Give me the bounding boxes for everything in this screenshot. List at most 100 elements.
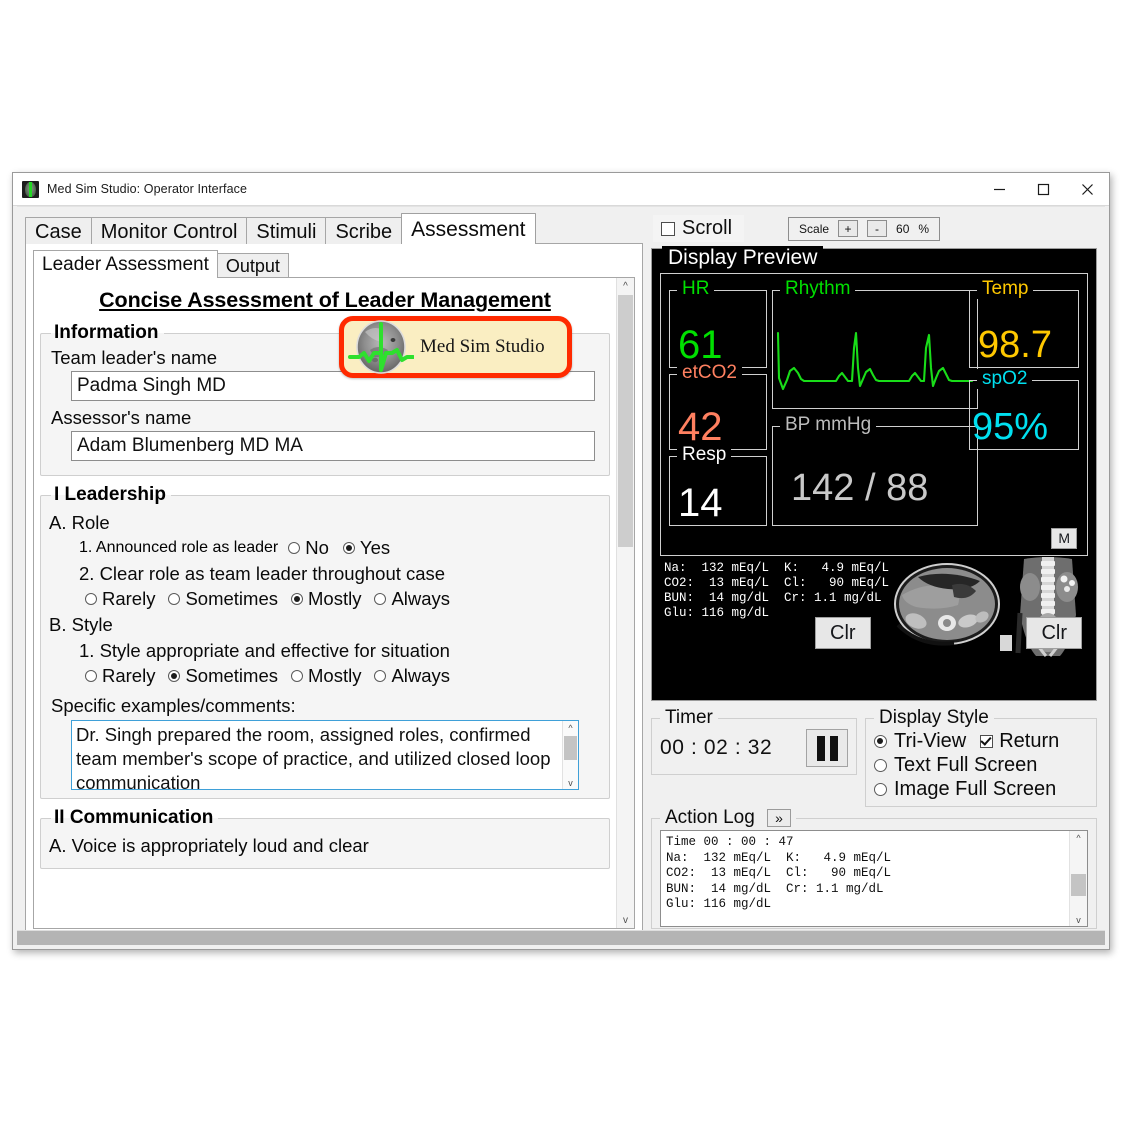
vital-bp-value: 142 / 88 (791, 467, 929, 509)
radio-icon-selected (168, 670, 181, 682)
action-log-scrollbar[interactable]: ^ v (1069, 831, 1087, 926)
radio-a2-rarely[interactable]: Rarely (85, 588, 155, 610)
comments-textarea[interactable]: Dr. Singh prepared the room, assigned ro… (71, 720, 579, 790)
left-panel: Case Monitor Control Stimuli Scribe Asse… (17, 207, 651, 945)
scrollbar-thumb[interactable] (1071, 874, 1086, 896)
radio-icon (874, 759, 887, 772)
radio-a1-no[interactable]: No (288, 537, 329, 559)
vital-etco2[interactable]: etCO2 42 (669, 363, 767, 450)
subtab-leader-assessment[interactable]: Leader Assessment (33, 250, 218, 278)
communication-a-heading: A. Voice is appropriately loud and clear (49, 835, 369, 856)
timer-legend: Timer (665, 707, 713, 728)
client-area: Case Monitor Control Stimuli Scribe Asse… (17, 206, 1105, 945)
main-tab-strip: Case Monitor Control Stimuli Scribe Asse… (25, 213, 651, 244)
radio-a2-rarely-label: Rarely (102, 588, 156, 609)
radio-b1-mostly[interactable]: Mostly (291, 665, 361, 687)
tab-assessment[interactable]: Assessment (401, 213, 536, 244)
assessor-input[interactable] (71, 431, 595, 461)
vital-spo2[interactable]: spO2 95% (969, 369, 1079, 450)
leadership-legend: I Leadership (54, 484, 166, 505)
communication-group: II Communication A. Voice is appropriate… (40, 807, 610, 869)
assessment-tab-page: Leader Assessment Output Concise Assessm… (25, 243, 643, 937)
radio-b1-rarely[interactable]: Rarely (85, 665, 155, 687)
maximize-button[interactable] (1021, 173, 1065, 205)
timer-style-row: Timer 00 : 02 : 32 Display Style Tri-Vie… (651, 707, 1097, 807)
action-log-legend: Action Log (665, 807, 755, 828)
scroll-up-icon[interactable]: ^ (563, 721, 578, 734)
mode-button[interactable]: M (1051, 528, 1077, 549)
scroll-down-icon[interactable]: v (563, 776, 578, 789)
radio-b1-sometimes[interactable]: Sometimes (168, 665, 278, 687)
question-b1-text: 1. Style appropriate and effective for s… (79, 640, 450, 661)
scrollbar-thumb[interactable] (564, 736, 577, 760)
scale-increase-button[interactable]: + (838, 220, 859, 237)
vital-bp[interactable]: BP mmHg 142 / 88 (772, 415, 978, 526)
scroll-checkbox[interactable]: Scroll (653, 215, 745, 242)
minimize-button[interactable] (977, 173, 1021, 205)
radio-a2-always[interactable]: Always (374, 588, 450, 610)
action-log-textarea[interactable]: Time 00 : 00 : 47 Na: 132 mEq/L K: 4.9 m… (660, 830, 1088, 927)
radio-b1-always[interactable]: Always (374, 665, 450, 687)
display-preview-panel: Display Preview HR 61 etCO2 42 Resp 14 R… (651, 246, 1097, 701)
radio-image-full-label: Image Full Screen (894, 778, 1057, 800)
sub-tab-strip: Leader Assessment Output (33, 250, 642, 278)
window-controls (977, 173, 1109, 205)
clear-labs-button[interactable]: Clr (815, 617, 871, 649)
vital-resp[interactable]: Resp 14 (669, 445, 767, 526)
display-style-legend: Display Style (879, 707, 989, 728)
labs-and-imaging-strip: Na: 132 mEq/L K: 4.9 mEq/L CO2: 13 mEq/L… (660, 557, 1088, 659)
scrollbar-thumb[interactable] (618, 295, 633, 547)
tab-stimuli[interactable]: Stimuli (246, 217, 327, 244)
radio-b1-sometimes-label: Sometimes (185, 665, 278, 686)
vital-rhythm[interactable]: Rhythm (772, 279, 978, 409)
radio-icon (374, 593, 387, 605)
vital-bp-label: BP mmHg (780, 415, 877, 435)
monitor-frame: HR 61 etCO2 42 Resp 14 Rhythm BP mmHg 14… (660, 273, 1088, 556)
radio-icon (874, 783, 887, 796)
radio-icon-selected[interactable] (874, 735, 887, 748)
tab-monitor-control[interactable]: Monitor Control (90, 217, 248, 244)
scroll-up-icon[interactable]: ^ (1070, 831, 1087, 844)
comments-text: Dr. Singh prepared the room, assigned ro… (76, 724, 556, 789)
comments-scrollbar[interactable]: ^ v (562, 721, 578, 789)
display-preview-legend: Display Preview (662, 246, 824, 270)
tab-scribe[interactable]: Scribe (325, 217, 403, 244)
display-style-panel: Display Style Tri-View Return Text Full … (865, 707, 1097, 807)
scale-decrease-button[interactable]: - (867, 220, 888, 237)
scroll-down-icon[interactable]: v (1070, 913, 1087, 926)
scroll-up-icon[interactable]: ^ (617, 278, 634, 294)
right-panel: Scroll Scale + - 60 % Display Preview HR (651, 207, 1105, 945)
radio-a2-mostly[interactable]: Mostly (291, 588, 361, 610)
communication-legend: II Communication (54, 807, 214, 828)
display-style-row-image-full[interactable]: Image Full Screen (874, 778, 1088, 801)
return-checkbox-icon[interactable] (980, 735, 994, 748)
clear-image-button[interactable]: Clr (1026, 617, 1082, 649)
radio-a2-sometimes[interactable]: Sometimes (168, 588, 278, 610)
radio-icon (168, 593, 181, 605)
tab-case[interactable]: Case (25, 217, 92, 244)
action-log-expand-button[interactable]: » (767, 809, 791, 827)
window-title: Med Sim Studio: Operator Interface (47, 182, 248, 196)
scroll-down-icon[interactable]: v (617, 912, 634, 928)
close-button[interactable] (1065, 173, 1109, 205)
radio-text-full-label: Text Full Screen (894, 754, 1038, 776)
radio-a1-yes[interactable]: Yes (342, 537, 390, 559)
logo-text: Med Sim Studio (420, 336, 545, 357)
question-a2-options: Rarely Sometimes Mostly Always (85, 588, 601, 610)
radio-icon-selected (342, 542, 355, 554)
vital-temp[interactable]: Temp 98.7 (969, 279, 1079, 368)
display-style-row-text-full[interactable]: Text Full Screen (874, 754, 1088, 777)
app-logo-icon (22, 180, 39, 198)
timer-value: 00 : 02 : 32 (660, 736, 773, 759)
radio-icon (291, 670, 303, 682)
subtab-output[interactable]: Output (216, 253, 289, 278)
radio-a1-no-label: No (305, 537, 329, 558)
vital-temp-value: 98.7 (978, 324, 1052, 366)
form-scrollbar[interactable]: ^ v (616, 278, 634, 928)
vital-hr[interactable]: HR 61 (669, 279, 767, 368)
pause-button[interactable] (806, 729, 848, 767)
radio-icon (85, 670, 97, 682)
status-bar (17, 930, 1105, 945)
checkbox-icon (661, 221, 675, 236)
radio-b1-always-label: Always (391, 665, 451, 686)
